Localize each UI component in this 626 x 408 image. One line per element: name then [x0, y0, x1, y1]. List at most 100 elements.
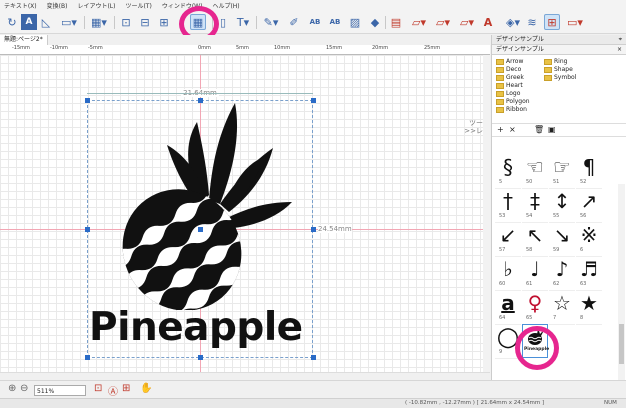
menu-help[interactable]: ヘルプ(H) [212, 1, 239, 10]
symbol-cell[interactable]: ↙ 57 [495, 222, 521, 257]
ruler-label: 20mm [372, 45, 389, 51]
brush-icon[interactable]: ✐ [286, 14, 302, 30]
ab-icon[interactable]: AB [306, 14, 324, 30]
symbol-cell[interactable]: ♪ 62 [549, 256, 575, 291]
save-icon[interactable]: ▣ [548, 125, 556, 134]
font-a-icon[interactable]: A [480, 14, 496, 30]
align3-icon[interactable]: ⊞ [156, 14, 172, 30]
symbol-cell[interactable]: ☞ 51 [549, 154, 575, 189]
resize-handle[interactable] [198, 98, 203, 103]
folder-shape[interactable]: Shape [544, 66, 573, 73]
document-tab[interactable]: 無題:ページ2* [0, 35, 48, 45]
resize-handle[interactable] [85, 227, 90, 232]
frame3-icon[interactable]: ▱▾ [456, 14, 478, 30]
symbol-cell[interactable]: ¶ 52 [576, 154, 602, 189]
zoom-page-icon[interactable]: ⊡ [94, 383, 102, 394]
image-icon[interactable]: ▨ [347, 14, 363, 30]
panel-scrollbar[interactable] [618, 184, 625, 380]
resize-handle[interactable] [198, 355, 203, 360]
symbol-cell[interactable]: ☆ 7 [549, 290, 575, 325]
resize-handle[interactable] [311, 355, 316, 360]
folder-symbol[interactable]: Symbol [544, 74, 576, 81]
symbol-cell[interactable]: ↘ 59 [549, 222, 575, 257]
symbol-cell[interactable]: ‡ 54 [522, 188, 548, 223]
symbol-cell[interactable]: ♀ 65 [522, 290, 548, 325]
center-handle[interactable] [198, 227, 203, 232]
symbol-cell[interactable]: ♭ 60 [495, 256, 521, 291]
menubar: テキスト(X) 変換(B) レイアウト(L) ツール(T) ウィンドウ(W) ヘ… [0, 0, 626, 10]
folder-polygon[interactable]: Polygon [496, 98, 530, 105]
frame-select-icon[interactable]: ▯ [215, 14, 231, 30]
symbol-cell[interactable]: ☜ 50 [522, 154, 548, 189]
symbol-cell[interactable]: ↕ 55 [549, 188, 575, 223]
delete-icon[interactable]: × [509, 125, 516, 134]
triangle-icon[interactable]: ◺ [38, 14, 54, 30]
grid-icon[interactable]: ▦▾ [88, 14, 110, 30]
menu-layout[interactable]: レイアウト(L) [77, 1, 115, 10]
document-tabbar: 無題:ページ2* [0, 35, 490, 45]
layers-icon[interactable]: ◈▾ [502, 14, 524, 30]
align2-icon[interactable]: ⊟ [137, 14, 153, 30]
symbol-cell[interactable]: ★ 8 [576, 290, 602, 325]
panel-title: デザインサンプル ⌖ [492, 35, 626, 45]
symbol-cell[interactable]: ↗ 56 [576, 188, 602, 223]
canvas-scrollbar[interactable] [483, 55, 490, 372]
text-cursor-icon[interactable]: T▾ [232, 14, 254, 30]
folder-arrow[interactable]: Arrow [496, 58, 523, 65]
menu-tools[interactable]: ツール(T) [125, 1, 151, 10]
hand-icon[interactable]: ✋ [140, 383, 152, 394]
panel-scroll-thumb[interactable] [619, 324, 624, 364]
symbol-cell[interactable]: a 64 [495, 290, 521, 325]
folder-ribbon[interactable]: Ribbon [496, 106, 527, 113]
frame-icon[interactable]: ▱▾ [408, 14, 430, 30]
zoom-out-icon[interactable]: ⊖ [20, 383, 28, 394]
menu-transform[interactable]: 変換(B) [47, 1, 68, 10]
resize-handle[interactable] [311, 227, 316, 232]
ab2-icon[interactable]: AB [326, 14, 344, 30]
resize-handle[interactable] [311, 98, 316, 103]
width-dimension: 21.64mm [87, 89, 313, 97]
pin-icon[interactable]: ⌖ [619, 35, 622, 44]
symbol-cell[interactable]: ○ 9 [495, 324, 521, 359]
grid-layout-icon[interactable]: ▦ [190, 14, 206, 30]
stack-icon[interactable]: ≋ [524, 14, 540, 30]
frame2-icon[interactable]: ▱▾ [432, 14, 454, 30]
ruler-label: 5mm [236, 45, 249, 51]
add-icon[interactable]: + [497, 125, 504, 134]
layout-icon[interactable]: ▤ [388, 14, 404, 30]
symbol-cell[interactable]: ♬ 63 [576, 256, 602, 291]
symbol-cell[interactable]: ♩ 61 [522, 256, 548, 291]
folder-greek[interactable]: Greek [496, 74, 524, 81]
folder-heart[interactable]: Heart [496, 82, 523, 89]
symbol-cell[interactable]: § 5 [495, 154, 521, 189]
align-icon[interactable]: ⊡ [118, 14, 134, 30]
symbol-cell[interactable]: ※ 6 [576, 222, 602, 257]
trash-icon[interactable]: 🗑 [534, 125, 544, 134]
zoom-in-icon[interactable]: ⊕ [8, 383, 16, 394]
text-a-icon[interactable]: A [21, 14, 37, 30]
zoom-select-icon[interactable]: ⊞ [122, 383, 130, 394]
resize-handle[interactable] [85, 98, 90, 103]
fill-icon[interactable]: ◆ [367, 14, 383, 30]
pineapple-thumbnail-icon [528, 328, 544, 345]
rotate-icon[interactable]: ↻ [4, 14, 20, 30]
panel-icon[interactable]: ▭▾ [564, 14, 586, 30]
pen-icon[interactable]: ✎▾ [260, 14, 282, 30]
coordinate-readout: ( -10.82mm , -12.27mm ) [ 21.64mm x 24.5… [405, 400, 545, 406]
close-icon[interactable]: × [617, 45, 622, 54]
folder-ring[interactable]: Ring [544, 58, 567, 65]
menu-window[interactable]: ウィンドウ(W) [162, 1, 203, 10]
folder-logo[interactable]: Logo [496, 90, 520, 97]
grid-toggle-icon[interactable]: ⊞ [544, 14, 560, 30]
pineapple-symbol-cell[interactable]: Pineapple [522, 324, 549, 358]
shape-icon[interactable]: ▭▾ [58, 14, 80, 30]
symbol-cell[interactable]: ↖ 58 [522, 222, 548, 257]
folder-deco[interactable]: Deco [496, 66, 521, 73]
symbol-cell[interactable]: † 53 [495, 188, 521, 223]
zoom-fit-icon[interactable]: Ⓐ [108, 383, 118, 398]
zoom-select[interactable]: 511% [34, 385, 86, 396]
menu-text[interactable]: テキスト(X) [4, 1, 37, 10]
resize-handle[interactable] [85, 355, 90, 360]
drawing-canvas[interactable]: 21.64mm 24.54mm Pineapple ツール >>レ [0, 55, 490, 372]
zoom-bar: ⊕ ⊖ 511% ⊡ Ⓐ ⊞ ✋ [0, 380, 626, 398]
